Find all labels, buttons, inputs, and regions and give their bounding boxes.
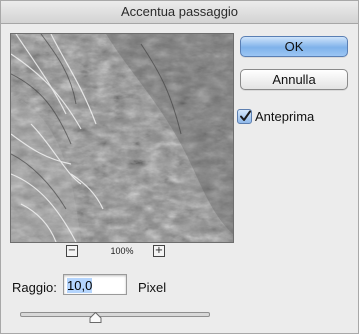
zoom-out-button[interactable]: − xyxy=(66,245,78,257)
cancel-button[interactable]: Annulla xyxy=(240,69,348,90)
zoom-level: 100% xyxy=(110,246,134,256)
dialog-window: Accentua passaggio − 100% + OK Annulla A… xyxy=(0,0,359,334)
minus-icon: − xyxy=(67,245,77,256)
radius-slider-thumb[interactable] xyxy=(89,312,102,323)
preview-checkbox[interactable] xyxy=(237,109,252,124)
radius-unit: Pixel xyxy=(138,280,167,295)
zoom-controls: − 100% + xyxy=(10,245,234,259)
checkmark-icon xyxy=(240,110,251,121)
preview-image[interactable] xyxy=(10,33,234,243)
radius-slider-track[interactable] xyxy=(20,312,210,317)
dialog-title: Accentua passaggio xyxy=(120,4,239,19)
zoom-in-button[interactable]: + xyxy=(153,245,165,257)
radius-input[interactable]: 10,0 xyxy=(63,274,127,295)
preview-texture xyxy=(11,34,233,242)
plus-icon: + xyxy=(154,245,164,256)
preview-checkbox-label: Anteprima xyxy=(255,109,315,124)
title-bar[interactable]: Accentua passaggio xyxy=(1,1,358,24)
radius-label: Raggio: xyxy=(12,280,57,295)
ok-button[interactable]: OK xyxy=(240,36,348,57)
radius-value: 10,0 xyxy=(67,278,93,293)
